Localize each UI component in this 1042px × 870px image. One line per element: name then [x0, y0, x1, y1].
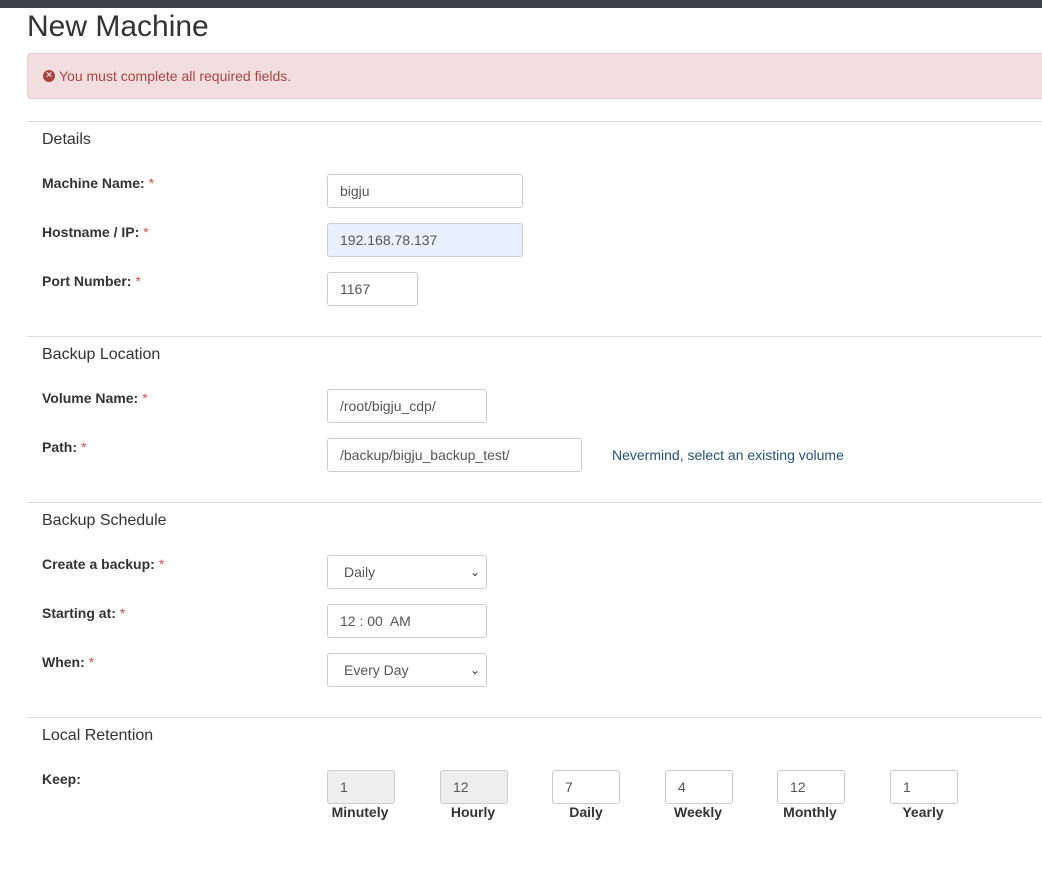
required-marker: *	[119, 605, 126, 621]
required-marker: *	[158, 556, 165, 572]
when-value: Every Day	[344, 662, 409, 678]
starting-at-label: Starting at: *	[42, 605, 126, 621]
retention-daily-input[interactable]	[552, 770, 620, 804]
required-marker: *	[142, 390, 148, 406]
page-title: New Machine	[27, 10, 209, 43]
starting-at-value: 12 : 00 AM	[340, 613, 411, 629]
required-marker: *	[88, 654, 95, 670]
retention-minutely-label: Minutely	[331, 804, 389, 820]
machine-name-label: Machine Name: *	[42, 175, 155, 191]
hostname-label: Hostname / IP: *	[42, 224, 149, 240]
section-divider	[27, 502, 1042, 503]
section-title-backup-location: Backup Location	[42, 346, 161, 363]
port-number-label: Port Number: *	[42, 273, 141, 289]
when-select[interactable]: Every Day ⌄	[327, 653, 487, 687]
section-divider	[27, 717, 1042, 718]
retention-monthly-input[interactable]	[777, 770, 845, 804]
retention-weekly-input[interactable]	[665, 770, 733, 804]
required-marker: *	[143, 224, 149, 240]
alert-message: You must complete all required fields.	[59, 68, 292, 84]
retention-weekly-label: Weekly	[674, 804, 722, 820]
retention-minutely-input	[327, 770, 395, 804]
volume-name-input[interactable]	[327, 389, 487, 423]
chevron-down-icon: ⌄	[469, 565, 480, 579]
retention-hourly-input	[440, 770, 508, 804]
retention-daily-label: Daily	[569, 804, 603, 820]
error-alert: × You must complete all required fields.	[27, 53, 1042, 99]
create-backup-label: Create a backup: *	[42, 556, 165, 572]
machine-name-input[interactable]	[327, 174, 523, 208]
chevron-down-icon: ⌄	[469, 663, 480, 677]
starting-at-time-input[interactable]: 12 : 00 AM	[327, 604, 487, 638]
retention-hourly-label: Hourly	[450, 804, 496, 820]
path-label: Path: *	[42, 439, 87, 455]
error-circle-icon: ×	[43, 70, 55, 82]
section-divider	[27, 336, 1042, 337]
section-title-local-retention: Local Retention	[42, 727, 154, 744]
volume-name-label: Volume Name: *	[42, 390, 148, 406]
required-marker: *	[148, 175, 155, 191]
section-title-details: Details	[42, 131, 91, 148]
when-label: When: *	[42, 654, 95, 670]
required-marker: *	[81, 439, 87, 455]
create-backup-value: Daily	[344, 564, 376, 580]
retention-monthly-label: Monthly	[783, 804, 837, 820]
keep-label: Keep:	[42, 771, 81, 787]
hostname-input[interactable]	[327, 223, 523, 257]
create-backup-select[interactable]: Daily ⌄	[327, 555, 487, 589]
path-input[interactable]	[327, 438, 582, 472]
port-number-input[interactable]	[327, 272, 418, 306]
select-existing-volume-link[interactable]: Nevermind, select an existing volume	[612, 447, 844, 463]
retention-yearly-input[interactable]	[890, 770, 958, 804]
top-nav-bar	[0, 0, 1042, 8]
retention-yearly-label: Yearly	[902, 804, 944, 820]
required-marker: *	[135, 273, 141, 289]
section-title-backup-schedule: Backup Schedule	[42, 512, 167, 529]
section-divider	[27, 121, 1042, 122]
